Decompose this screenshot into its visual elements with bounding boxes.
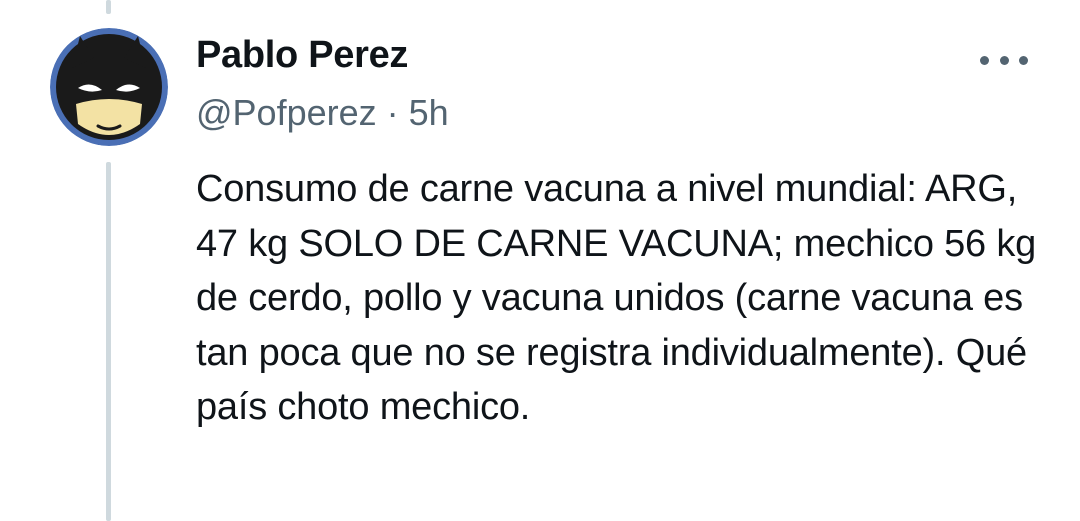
- tweet-content: Pablo Perez @Pofperez · 5h Consumo de carn…: [196, 30, 1040, 435]
- author-display-name[interactable]: Pablo Perez: [196, 30, 408, 80]
- tweet-timestamp[interactable]: 5h: [409, 92, 449, 133]
- more-horizontal-icon: [1019, 55, 1028, 65]
- avatar[interactable]: [50, 28, 168, 146]
- author-handle[interactable]: @Pofperez: [196, 92, 377, 133]
- tweet-meta: @Pofperez · 5h: [196, 88, 1040, 138]
- thread-line-bottom: [106, 162, 111, 521]
- more-horizontal-icon: [980, 55, 989, 65]
- more-options-button[interactable]: [980, 48, 1028, 72]
- thread-line-top: [106, 0, 111, 14]
- masked-hero-avatar-icon: [50, 28, 168, 146]
- meta-separator: ·: [386, 92, 399, 133]
- tweet-text: Consumo de carne vacuna a nivel mundial:…: [196, 168, 1037, 428]
- more-horizontal-icon: [999, 55, 1009, 65]
